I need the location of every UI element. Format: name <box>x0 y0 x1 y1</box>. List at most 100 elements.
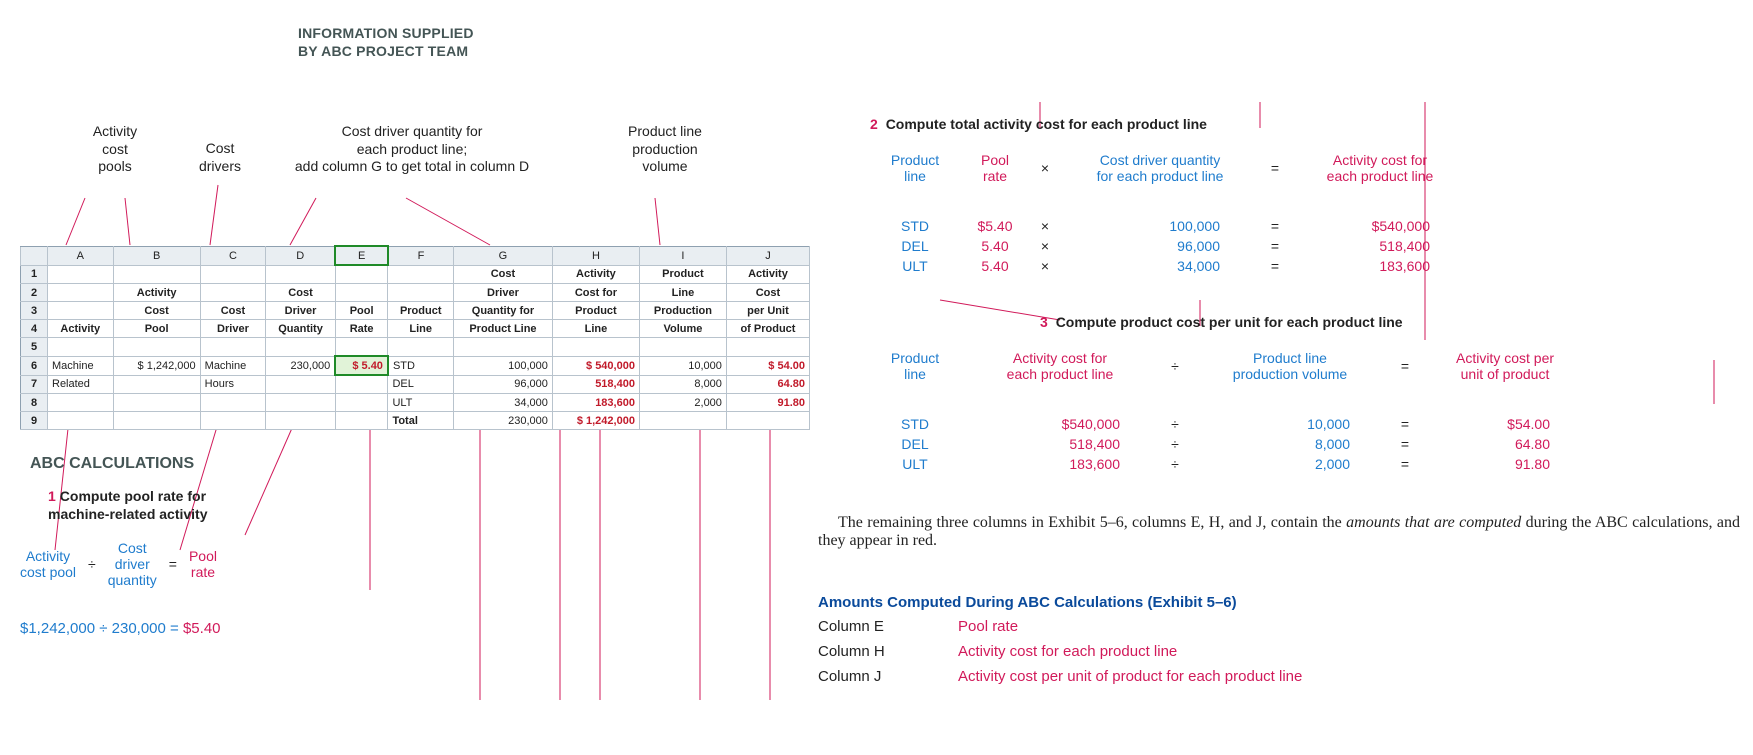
f2-activity-cost: Activity cost foreach product line <box>1290 152 1470 184</box>
col-J: J <box>726 246 809 265</box>
abc-title: ABC CALCULATIONS <box>30 455 194 473</box>
cell <box>335 375 388 394</box>
table-row: 4ActivityPoolDriverQuantityRateLineProdu… <box>21 320 810 338</box>
header-cell <box>335 265 388 284</box>
cell: 64.80 <box>726 375 809 394</box>
header-cell: Product <box>639 265 726 284</box>
f2-product-line: Productline <box>870 152 960 184</box>
grid3-vol: 2,000 <box>1190 456 1390 472</box>
cell: 96,000 <box>454 375 553 394</box>
table-row: 5 <box>21 338 810 357</box>
table-row: 9Total230,000$ 1,242,000 <box>21 412 810 430</box>
grid3-pl: ULT <box>870 456 960 472</box>
grid3-eq: = <box>1390 456 1420 472</box>
col-I: I <box>639 246 726 265</box>
header-cell: Cost <box>266 284 336 302</box>
grid3-eq: = <box>1390 416 1420 432</box>
step2-text: Compute total activity cost for each pro… <box>886 116 1207 132</box>
cell <box>639 338 726 357</box>
header-cell: Driver <box>266 302 336 320</box>
annot-pools: Activitycostpools <box>55 123 175 176</box>
grid2-pl: STD <box>870 218 960 234</box>
grid2-eq: = <box>1260 238 1290 254</box>
cell <box>48 412 114 430</box>
step3-title: 3 Compute product cost per unit for each… <box>1040 314 1403 330</box>
formula3: Productline Activity cost foreach produc… <box>870 350 1590 382</box>
grid3: STD$540,000÷10,000=$54.00DEL518,400÷8,00… <box>870 416 1590 472</box>
cell <box>113 412 200 430</box>
cell <box>48 394 114 412</box>
cell <box>113 375 200 394</box>
col-F: F <box>388 246 454 265</box>
grid3-div: ÷ <box>1160 456 1190 472</box>
table-row: 1CostActivityProductActivity <box>21 265 810 284</box>
header-cell: Volume <box>639 320 726 338</box>
legend-desc: Pool rate <box>958 618 1558 635</box>
cell <box>639 412 726 430</box>
cell <box>454 338 553 357</box>
formula1: Activitycost pool ÷ Costdriverquantity =… <box>20 540 217 588</box>
step1-num: 1 <box>48 488 56 504</box>
header-cell <box>266 265 336 284</box>
para-lead: The remaining three columns in Exhibit 5… <box>838 514 1346 531</box>
header-cell: Pool <box>113 320 200 338</box>
table-row: 6Machine$ 1,242,000Machine230,000$ 5.40S… <box>21 356 810 375</box>
row-num: 1 <box>21 265 48 284</box>
f1-div: ÷ <box>86 556 98 572</box>
cell: 2,000 <box>639 394 726 412</box>
grid2-eq: = <box>1260 218 1290 234</box>
grid2-eq: = <box>1260 258 1290 274</box>
formula2: Productline Poolrate × Cost driver quant… <box>870 152 1470 184</box>
header-cell <box>48 284 114 302</box>
header-cell: Activity <box>552 265 639 284</box>
supplied-line2: BY ABC PROJECT TEAM <box>298 43 474 61</box>
grid2-rate: 5.40 <box>960 238 1030 254</box>
header-cell: Activity <box>726 265 809 284</box>
calc1: $1,242,000 ÷ 230,000 = $5.40 <box>20 620 221 637</box>
f3-product-line: Productline <box>870 350 960 382</box>
header-cell <box>388 265 454 284</box>
col-C: C <box>200 246 266 265</box>
header-cell: Cost <box>726 284 809 302</box>
grid2-cost: 518,400 <box>1290 238 1470 254</box>
step1-text: Compute pool rate formachine-related act… <box>48 488 208 522</box>
header-cell <box>113 265 200 284</box>
f3-activity-cost: Activity cost foreach product line <box>960 350 1160 382</box>
f1-pool-rate: Poolrate <box>189 548 217 580</box>
step3-text: Compute product cost per unit for each p… <box>1056 314 1403 330</box>
supplied-line1: INFORMATION SUPPLIED <box>298 25 474 43</box>
cell <box>266 338 336 357</box>
cell: 100,000 <box>454 356 553 375</box>
grid3-unit: 91.80 <box>1420 456 1590 472</box>
paragraph: The remaining three columns in Exhibit 5… <box>818 514 1740 550</box>
annot-driver: Costdrivers <box>175 140 265 175</box>
grid3-pl: DEL <box>870 436 960 452</box>
cell <box>552 338 639 357</box>
cell: Machine <box>200 356 266 375</box>
grid2-rate: $5.40 <box>960 218 1030 234</box>
cell: 230,000 <box>454 412 553 430</box>
header-cell: of Product <box>726 320 809 338</box>
header-cell: Line <box>552 320 639 338</box>
cell <box>200 412 266 430</box>
f3-div: ÷ <box>1160 358 1190 374</box>
f2-pool-rate: Poolrate <box>960 152 1030 184</box>
header-cell: Activity <box>48 320 114 338</box>
grid3-vol: 8,000 <box>1190 436 1390 452</box>
grid3-cost: $540,000 <box>960 416 1160 432</box>
row-num: 5 <box>21 338 48 357</box>
header-cell: Quantity for <box>454 302 553 320</box>
cell <box>335 394 388 412</box>
col-B: B <box>113 246 200 265</box>
para-em: amounts that are computed <box>1346 514 1521 531</box>
grid3-pl: STD <box>870 416 960 432</box>
header-cell: Line <box>639 284 726 302</box>
row-num: 4 <box>21 320 48 338</box>
header-cell: Cost <box>113 302 200 320</box>
cell <box>266 375 336 394</box>
grid3-div: ÷ <box>1160 436 1190 452</box>
col-corner <box>21 246 48 265</box>
f3-eq: = <box>1390 358 1420 374</box>
grid3-vol: 10,000 <box>1190 416 1390 432</box>
cell: ULT <box>388 394 454 412</box>
